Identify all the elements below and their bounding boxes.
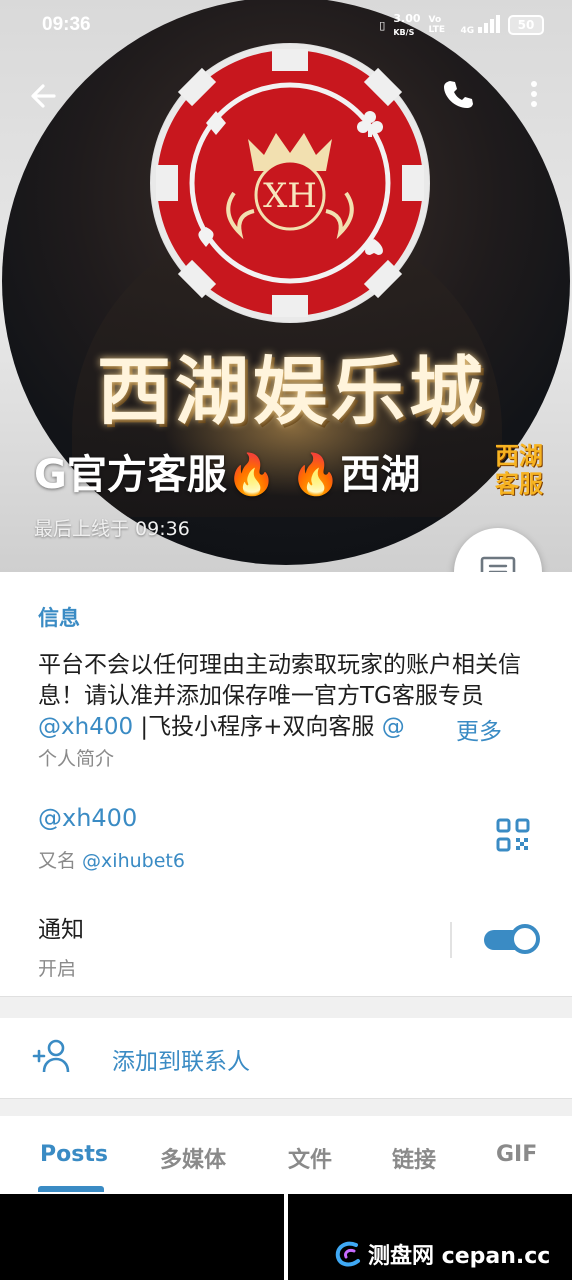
casino-chip-logo: XH	[150, 43, 430, 323]
chip-logo-text: XH	[263, 176, 317, 216]
qr-code-icon[interactable]	[496, 818, 530, 852]
section-divider	[0, 1098, 572, 1116]
watermark-logo-icon	[335, 1241, 360, 1267]
profile-header: XH 西湖娱乐城 09:36 ▯ 3.00 KB/S Vo LTE 4G 50 G…	[0, 0, 572, 572]
section-divider	[0, 996, 572, 1018]
media-tabs: Posts 多媒体 文件 链接 GIF	[0, 1116, 572, 1194]
watermark: 测盘网 cepan.cc	[332, 1238, 550, 1270]
add-user-icon	[32, 1039, 70, 1073]
battery-icon: 50	[508, 15, 544, 35]
bio-label: 个人简介	[38, 748, 115, 770]
bio-username-link[interactable]: @xh400	[38, 714, 133, 740]
last-seen-status: 最后上线于 09:36	[34, 518, 190, 540]
volte-icon: Vo LTE	[428, 15, 446, 35]
alias-line: 又名 @xihubet6	[38, 850, 185, 872]
avatar-brand-text: 西湖娱乐城	[97, 349, 487, 435]
status-icons: ▯ 3.00 KB/S Vo LTE 4G 50	[379, 12, 544, 38]
tab-gif[interactable]: GIF	[496, 1142, 537, 1167]
media-grid-separator	[284, 1194, 288, 1280]
vibrate-icon: ▯	[379, 18, 386, 32]
info-section: 信息 平台不会以任何理由主动索取玩家的账户相关信息！请认准并添加保存唯一官方TG…	[0, 572, 572, 996]
status-time: 09:36	[42, 14, 91, 35]
back-arrow-icon[interactable]	[28, 80, 60, 112]
bio-more-link[interactable]: 更多	[446, 712, 546, 745]
notifications-toggle[interactable]	[484, 924, 540, 956]
info-section-title: 信息	[38, 606, 80, 630]
net-speed: 3.00 KB/S	[393, 12, 421, 37]
notifications-state: 开启	[38, 958, 77, 980]
phone-call-icon[interactable]	[442, 78, 474, 110]
tab-posts[interactable]: Posts	[40, 1142, 108, 1167]
tab-links[interactable]: 链接	[392, 1142, 436, 1174]
tab-files[interactable]: 文件	[288, 1142, 332, 1174]
active-tab-indicator	[38, 1186, 104, 1192]
alias-link[interactable]: @xihubet6	[82, 850, 185, 872]
notifications-label: 通知	[38, 917, 84, 943]
signal-icon: 4G	[461, 14, 500, 36]
corner-badge: 西湖客服	[495, 441, 543, 498]
username-link[interactable]: @xh400	[38, 804, 137, 832]
divider	[450, 922, 452, 958]
more-menu-icon[interactable]	[522, 78, 546, 110]
profile-name: G官方客服🔥 🔥西湖	[34, 452, 421, 498]
status-bar: 09:36 ▯ 3.00 KB/S Vo LTE 4G 50	[0, 0, 572, 52]
add-contact-button[interactable]: 添加到联系人	[0, 1018, 572, 1098]
add-contact-label: 添加到联系人	[112, 1049, 250, 1075]
tab-media[interactable]: 多媒体	[160, 1142, 226, 1174]
